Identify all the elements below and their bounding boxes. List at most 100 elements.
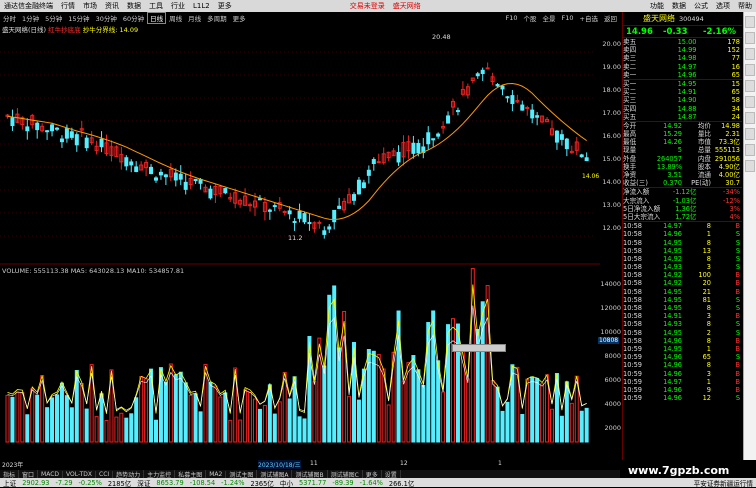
btn-f10b[interactable]: F10 (559, 14, 577, 22)
tab-MACD[interactable]: MACD (38, 470, 64, 478)
cell: 买二 (623, 88, 637, 97)
cell: 291056 (714, 154, 740, 163)
period-day[interactable]: 日线 (147, 11, 167, 24)
menu-data[interactable]: 数据 (668, 1, 690, 11)
menu-item-hangqing[interactable]: 行情 (57, 1, 79, 11)
kline-candle (356, 179, 361, 195)
vol-label: 10000 (600, 328, 621, 336)
btn-f10[interactable]: F10 (503, 14, 521, 22)
side-btn[interactable] (745, 144, 755, 156)
period-5m[interactable]: 5分钟 (42, 13, 65, 23)
volume-bar (208, 382, 213, 443)
cell: 14.96 (663, 361, 682, 370)
period-multi[interactable]: 多周期 (204, 13, 230, 23)
period-fenshi[interactable]: 分时 (0, 13, 19, 23)
btn-panorama[interactable]: 全景 (540, 13, 559, 23)
volume-bar (35, 394, 40, 443)
cell: 10:59 (623, 369, 643, 378)
side-btn[interactable] (745, 48, 755, 60)
volume-bar (579, 410, 584, 443)
side-btn[interactable] (745, 96, 755, 108)
tick-list[interactable]: 10:58 14.97 8 B 10:58 14.96 1 S 10:58 14.95 8 S 10:5… (623, 222, 742, 402)
kline-chart[interactable] (0, 32, 622, 460)
menu-options[interactable]: 选项 (712, 1, 734, 11)
volume-bar (535, 377, 540, 443)
side-btn[interactable] (745, 80, 755, 92)
menu-item-zixun[interactable]: 资讯 (101, 1, 123, 11)
tab-MA2[interactable]: MA2 (206, 470, 227, 478)
cell: 8 (706, 222, 711, 231)
kline-candle (287, 210, 292, 215)
btn-add-watch[interactable]: +自选 (577, 13, 601, 23)
cell: 77 (731, 54, 740, 63)
tick-row: 10:58 14.95 2 S (623, 329, 742, 337)
period-more[interactable]: 更多 (230, 13, 249, 23)
period-60m[interactable]: 60分钟 (120, 13, 147, 23)
period-15m[interactable]: 15分钟 (65, 13, 92, 23)
login-link[interactable]: 交易未登录 (346, 1, 389, 11)
menu-item-l1l2[interactable]: L1L2 (189, 2, 214, 10)
kline-candle (535, 115, 540, 118)
kline-candle (158, 171, 163, 176)
menu-item-more[interactable]: 更多 (214, 1, 236, 11)
volume-caption: VOLUME: 555113.38 MA5: 643028.13 MA10: 5… (2, 267, 185, 275)
side-btn[interactable] (745, 128, 755, 140)
stat-row: 最低 14.26 市值 73.3亿 (623, 138, 742, 146)
broker-name: 平安证券新疆运行情 (693, 479, 753, 488)
period-week[interactable]: 周线 (166, 13, 185, 23)
btn-back[interactable]: 返回 (601, 13, 620, 23)
flow-row: 5日大宗流入 1.72亿 4% (623, 213, 742, 221)
kline-candle (292, 221, 297, 224)
menu-item-shichang[interactable]: 市场 (79, 1, 101, 11)
menu-item-gongju[interactable]: 工具 (145, 1, 167, 11)
volume-bar (50, 397, 55, 443)
zx-amount: 266.1亿 (388, 479, 415, 488)
cell: 14.92 (663, 271, 682, 280)
floating-tool[interactable] (452, 344, 506, 352)
volume-bar (238, 419, 243, 443)
side-btn[interactable] (745, 32, 755, 44)
tab-VOL-TDX[interactable]: VOL-TDX (63, 470, 96, 478)
kline-candle (267, 209, 272, 212)
menu-help[interactable]: 帮助 (734, 1, 756, 11)
period-month[interactable]: 月线 (185, 13, 204, 23)
cell: S (735, 328, 740, 337)
kline-candle (99, 138, 104, 148)
cell: 10:59 (623, 344, 643, 353)
cell: 10:58 (623, 312, 643, 321)
ask-row: 卖三 14.98 77 (623, 54, 742, 62)
tick-row: 10:58 14.95 21 B (623, 288, 742, 296)
cell: S (735, 320, 740, 329)
cell: 10:58 (623, 222, 643, 231)
zx-change: -89.39 (332, 478, 354, 487)
sh-amount: 2185亿 (107, 479, 132, 488)
vol-label: 6000 (604, 376, 621, 384)
cell: 10:59 (623, 361, 643, 370)
cell: 14.92 (663, 279, 682, 288)
cell: S (735, 254, 740, 263)
tick-row: 10:58 14.97 8 B (623, 222, 742, 230)
cell: 14.96 (663, 336, 682, 345)
menu-function[interactable]: 功能 (646, 1, 668, 11)
kline-candle (223, 188, 228, 194)
cell: B (735, 377, 740, 386)
side-btn[interactable] (745, 160, 755, 172)
cell: 81 (702, 295, 711, 304)
menu-item-hangye[interactable]: 行业 (167, 1, 189, 11)
tab-CCI[interactable]: CCI (96, 470, 114, 478)
period-1m[interactable]: 1分钟 (19, 13, 42, 23)
vol-label: 4000 (604, 400, 621, 408)
side-btn[interactable] (745, 64, 755, 76)
menu-item-shuju[interactable]: 数据 (123, 1, 145, 11)
side-btn[interactable] (745, 112, 755, 124)
cell: 14.96 (663, 353, 682, 362)
menu-formula[interactable]: 公式 (690, 1, 712, 11)
volume-bar (262, 404, 267, 443)
side-btn[interactable] (745, 16, 755, 28)
btn-stock[interactable]: 个股 (521, 13, 540, 23)
period-30m[interactable]: 30分钟 (93, 13, 120, 23)
stock-link[interactable]: 盛天网络 (389, 1, 425, 11)
bid-row: 买五 14.87 24 (623, 113, 742, 121)
tick-row: 10:58 14.93 3 S (623, 263, 742, 271)
date-label: 11 (310, 460, 318, 467)
